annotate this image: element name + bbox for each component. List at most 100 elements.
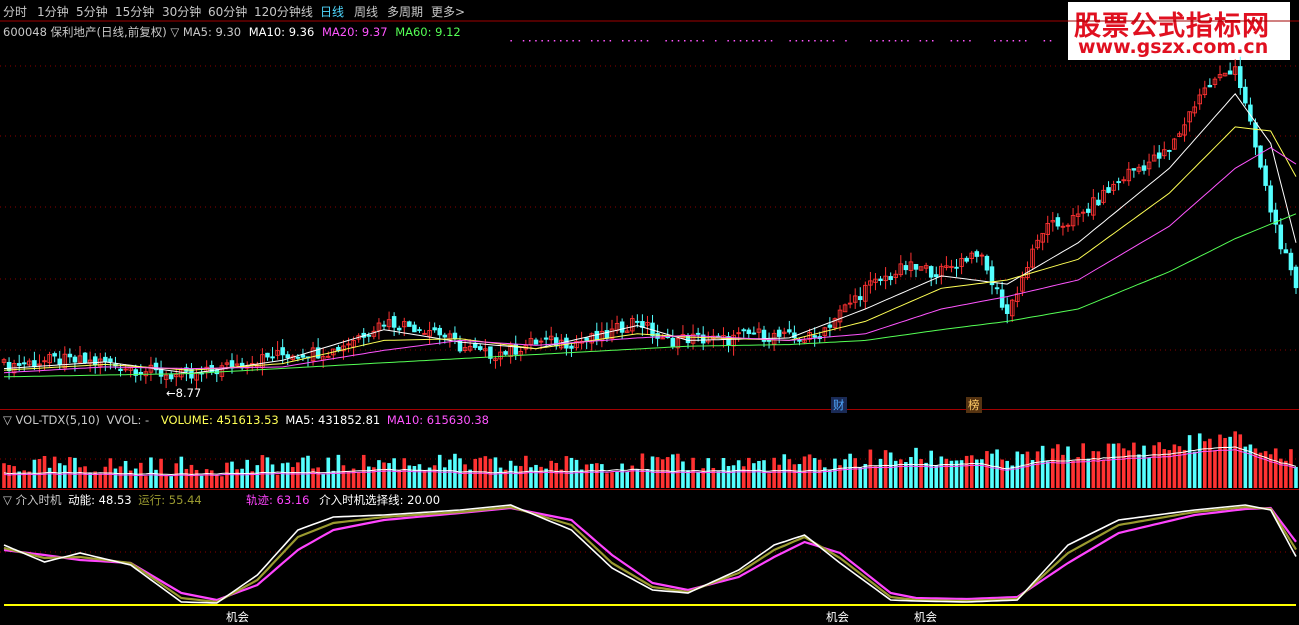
volume-bar-106 xyxy=(539,466,543,488)
event-dot-4 xyxy=(522,40,525,42)
volume-bar-100 xyxy=(508,460,513,488)
volume-bar-152 xyxy=(772,457,776,488)
volume-bar-217 xyxy=(1101,460,1106,488)
candle-body-163 xyxy=(827,324,833,328)
volume-bar-88 xyxy=(448,459,452,488)
event-dot-35 xyxy=(715,40,717,42)
volume-bar-178 xyxy=(904,462,908,488)
volume-bar-181 xyxy=(919,459,923,488)
select-line-readout: 介入时机选择线: 20.00 xyxy=(319,493,441,507)
volume-bar-215 xyxy=(1091,451,1096,488)
candle-body-137 xyxy=(695,332,701,335)
event-dot-68 xyxy=(919,40,922,42)
candle-body-253 xyxy=(1283,249,1289,254)
event-dot-10 xyxy=(560,40,562,42)
volume-bar-163 xyxy=(828,469,832,488)
event-dot-83 xyxy=(1012,40,1015,42)
candle-body-225 xyxy=(1141,165,1147,171)
volume-bar-68 xyxy=(346,471,351,488)
volume-bar-210 xyxy=(1066,446,1070,488)
volume-bar-251 xyxy=(1273,448,1278,488)
run-readout: 运行: 55.44 xyxy=(138,493,202,507)
volume-bar-150 xyxy=(762,460,766,488)
power-line xyxy=(3,504,1297,604)
candle-body-55 xyxy=(280,347,285,356)
volume-bar-209 xyxy=(1061,454,1065,488)
event-dot-53 xyxy=(826,40,829,42)
candle-body-250 xyxy=(1268,185,1273,213)
candle-body-10 xyxy=(52,353,57,357)
volume-bar-130 xyxy=(660,459,665,488)
candle-body-216 xyxy=(1096,199,1101,206)
candle-body-169 xyxy=(858,296,863,301)
event-dot-2 xyxy=(510,40,512,42)
event-dot-15 xyxy=(591,40,593,42)
volume-bar-175 xyxy=(888,452,893,488)
price-header: 600048 保利地产(日线,前复权) ▽ MA5: 9.30 MA10: 9.… xyxy=(3,24,461,40)
volume-bar-55 xyxy=(280,463,285,488)
event-dot-63 xyxy=(888,40,891,42)
ranking-marker[interactable]: 榜 xyxy=(966,397,982,413)
candle-body-13 xyxy=(67,353,73,358)
event-dot-37 xyxy=(727,40,729,42)
volume-bar-18 xyxy=(93,471,97,488)
volume-bar-143 xyxy=(726,466,731,488)
candle-body-173 xyxy=(878,278,883,281)
volume-bar-198 xyxy=(1005,460,1009,488)
candle-body-4 xyxy=(22,362,27,365)
ma20-readout: MA20: 9.37 xyxy=(321,25,388,39)
candle-body-20 xyxy=(103,356,108,363)
finance-marker[interactable]: 财 xyxy=(831,397,847,413)
price-line-ma60 xyxy=(3,213,1297,378)
candle-body-112 xyxy=(569,345,574,349)
volume-bar-67 xyxy=(341,465,346,488)
timing-header: ▽ 介入时机 动能: 48.53 运行: 55.44 xyxy=(3,492,202,508)
volume-bar-179 xyxy=(909,457,913,488)
event-dot-52 xyxy=(820,40,822,42)
candle-body-249 xyxy=(1263,165,1268,186)
volume-bar-116 xyxy=(589,463,594,488)
volume-bar-184 xyxy=(934,465,939,488)
volume-bar-74 xyxy=(377,460,381,488)
candle-body-153 xyxy=(776,329,782,337)
volume-bar-80 xyxy=(407,465,412,488)
volume-bar-35 xyxy=(179,456,184,488)
volume-bar-206 xyxy=(1045,461,1050,488)
volume-bar-37 xyxy=(189,464,194,488)
event-dot-24 xyxy=(646,40,649,42)
volume-readout: VOLUME: 451613.53 xyxy=(160,413,279,427)
volume-bar-228 xyxy=(1157,442,1161,488)
volume-bar-194 xyxy=(985,451,989,488)
volume-bar-145 xyxy=(736,460,741,488)
candle-body-14 xyxy=(72,356,78,363)
candle-body-132 xyxy=(670,337,676,348)
candle-body-125 xyxy=(635,320,640,323)
stock-chart[interactable] xyxy=(0,0,1299,624)
volume-bar-11 xyxy=(57,463,62,488)
event-dot-50 xyxy=(808,40,810,42)
candle-body-220 xyxy=(1116,181,1121,184)
event-dot-61 xyxy=(876,40,878,42)
volume-bar-136 xyxy=(691,457,695,488)
candle-body-146 xyxy=(741,329,746,332)
event-dot-39 xyxy=(739,40,742,42)
ma60-readout: MA60: 9.12 xyxy=(395,25,461,39)
volume-bar-126 xyxy=(640,453,645,488)
candle-body-196 xyxy=(994,287,1000,290)
volume-bar-174 xyxy=(883,450,888,488)
volume-bar-144 xyxy=(731,465,736,488)
volume-bar-86 xyxy=(437,454,442,488)
timing-title: ▽ 介入时机 xyxy=(3,493,62,507)
volume-bar-70 xyxy=(356,472,361,488)
event-dot-43 xyxy=(764,40,767,42)
volume-bar-60 xyxy=(306,455,310,488)
candle-body-183 xyxy=(928,266,934,278)
volume-bar-180 xyxy=(914,447,918,488)
volume-bar-134 xyxy=(681,461,685,488)
event-dot-84 xyxy=(1018,40,1021,42)
volume-bar-102 xyxy=(519,466,523,488)
volume-bar-0 xyxy=(2,463,6,488)
volume-bar-255 xyxy=(1294,466,1298,488)
event-dot-82 xyxy=(1006,40,1008,42)
volume-bar-208 xyxy=(1056,444,1060,488)
